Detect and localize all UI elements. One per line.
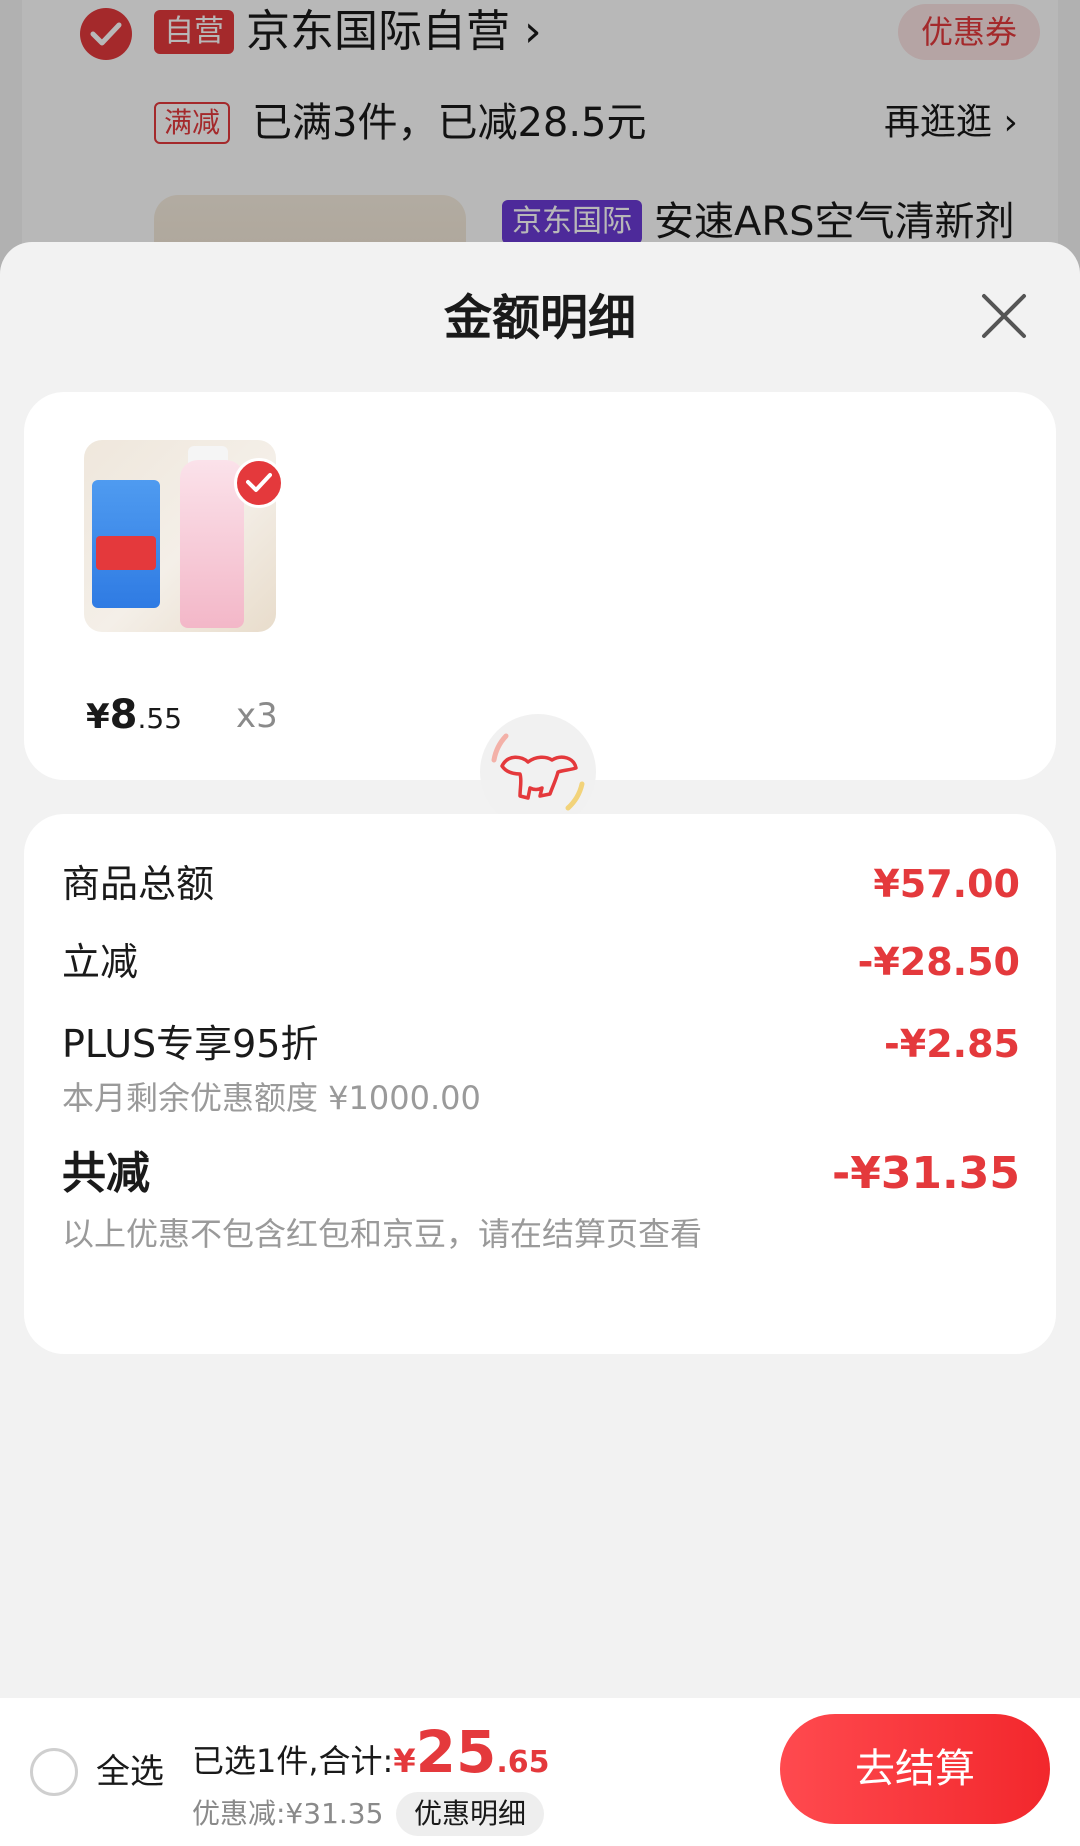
total-decimal: .65 (496, 1745, 550, 1780)
sheet-title: 金额明细 (443, 290, 636, 346)
jd-dog-loading-icon (491, 733, 585, 811)
total-off-label: 共减 (62, 1148, 150, 1199)
quantity: x3 (236, 696, 278, 736)
plus-discount-label: PLUS专享95折 (62, 1022, 319, 1066)
amount-summary-card: 商品总额 ¥57.00 立减 -¥28.50 PLUS专享95折 -¥2.85 … (24, 814, 1056, 1354)
product-selected-check[interactable] (234, 458, 284, 508)
select-all-checkbox[interactable] (30, 1748, 78, 1796)
selected-summary: 已选1件,合计:¥25.65 (192, 1720, 549, 1795)
instant-off-value: -¥28.50 (857, 940, 1020, 984)
checkout-button[interactable]: 去结算 (780, 1714, 1050, 1824)
total-off-value: -¥31.35 (831, 1148, 1020, 1199)
price-decimal: .55 (137, 702, 183, 735)
discount-summary: 优惠减:¥31.35 (192, 1797, 384, 1830)
close-icon (982, 294, 1026, 338)
unit-price: ¥8.55 (86, 692, 182, 738)
total-off-note: 以上优惠不包含红包和京豆，请在结算页查看 (62, 1215, 703, 1253)
plus-discount-value: -¥2.85 (884, 1022, 1020, 1066)
checkmark-icon (246, 473, 272, 492)
amount-detail-sheet: 金额明细 ¥8.55 x3 商品总额 ¥57.00 立减 -¥28.50 PLU… (0, 242, 1080, 1846)
total-amount: ¥25.65 (393, 1720, 550, 1784)
price-sticker-graphic (96, 536, 156, 570)
select-all-label[interactable]: 全选 (96, 1748, 164, 1796)
total-currency: ¥ (393, 1742, 416, 1780)
checkout-bar: 全选 已选1件,合计:¥25.65 优惠减:¥31.35 优惠明细 去结算 (0, 1698, 1080, 1846)
instant-off-label: 立减 (62, 940, 139, 984)
plus-remaining-quota: 本月剩余优惠额度 ¥1000.00 (62, 1079, 481, 1117)
close-button[interactable] (976, 288, 1032, 344)
selected-count-text: 已选1件,合计: (192, 1742, 394, 1780)
total-integer: 25 (415, 1718, 497, 1786)
discount-detail-button[interactable]: 优惠明细 (396, 1792, 545, 1836)
goods-total-value: ¥57.00 (873, 862, 1020, 906)
loading-spinner (480, 714, 596, 830)
price-currency: ¥ (86, 697, 110, 737)
goods-total-label: 商品总额 (62, 862, 215, 906)
price-integer: 8 (109, 692, 138, 738)
